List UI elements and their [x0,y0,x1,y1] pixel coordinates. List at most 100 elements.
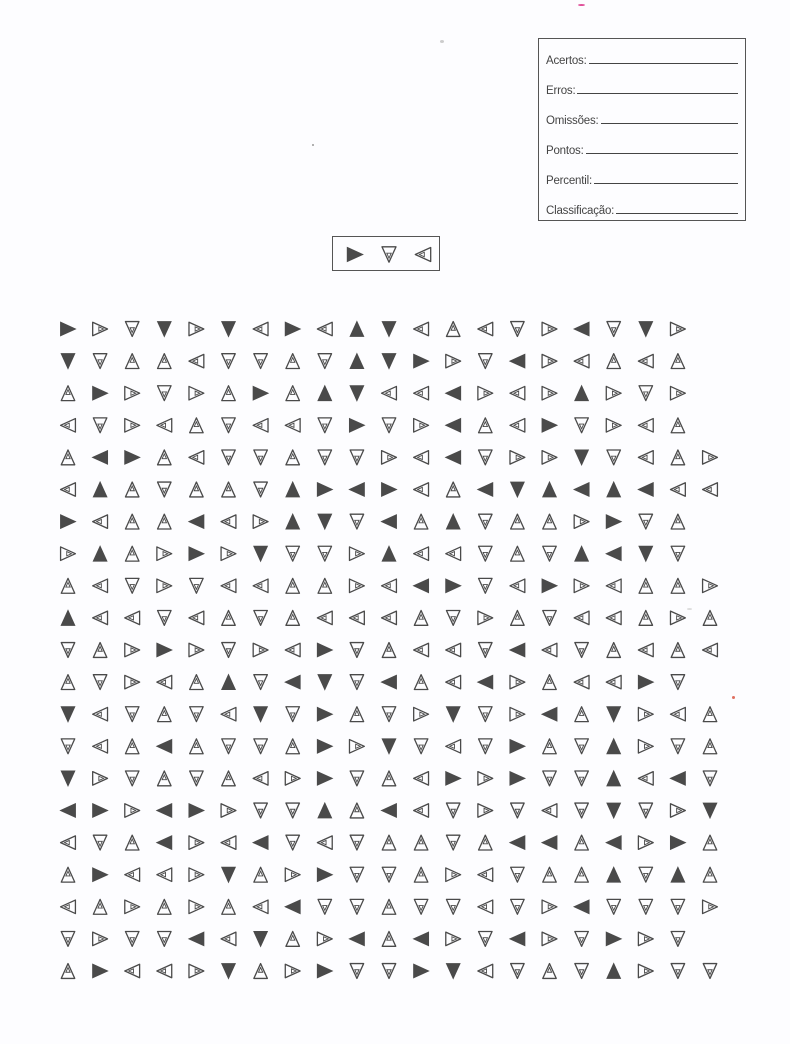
outline-up-triangle-with-dot-icon[interactable] [156,770,172,787]
outline-right-triangle-with-dot-icon[interactable] [637,931,654,947]
filled-down-triangle-icon[interactable] [317,513,333,531]
outline-down-triangle-with-dot-icon[interactable] [124,930,140,947]
outline-left-triangle-with-dot-icon[interactable] [477,899,494,915]
outline-down-triangle-with-dot-icon[interactable] [285,706,301,723]
outline-left-triangle-with-dot-icon[interactable] [156,674,173,690]
filled-left-triangle-icon[interactable] [508,642,526,658]
filled-right-triangle-icon[interactable] [316,706,334,722]
outline-left-triangle-with-dot-icon[interactable] [573,674,590,690]
filled-right-triangle-icon[interactable] [637,674,655,690]
filled-right-triangle-icon[interactable] [605,514,623,530]
outline-right-triangle-with-dot-icon[interactable] [188,642,205,658]
outline-right-triangle-with-dot-icon[interactable] [92,771,109,786]
outline-left-triangle-with-dot-icon[interactable] [124,610,141,626]
outline-down-triangle-with-dot-icon[interactable] [381,417,397,434]
outline-down-triangle-with-dot-icon[interactable] [349,866,365,883]
outline-down-triangle-with-dot-icon[interactable] [477,738,493,755]
outline-down-triangle-with-dot-icon[interactable] [445,898,461,915]
filled-left-triangle-icon[interactable] [572,321,590,337]
outline-left-triangle-with-dot-icon[interactable] [541,803,558,818]
outline-down-triangle-with-dot-icon[interactable] [156,609,172,626]
outline-down-triangle-with-dot-icon[interactable] [188,770,204,787]
outline-left-triangle-with-dot-icon[interactable] [316,610,333,626]
outline-down-triangle-with-dot-icon[interactable] [221,353,236,370]
outline-down-triangle-with-dot-icon[interactable] [221,449,236,466]
filled-left-triangle-icon[interactable] [284,899,301,915]
outline-down-triangle-with-dot-icon[interactable] [477,449,493,466]
outline-right-triangle-with-dot-icon[interactable] [124,642,141,658]
outline-down-triangle-with-dot-icon[interactable] [253,353,269,370]
outline-right-triangle-with-dot-icon[interactable] [509,706,526,722]
filled-up-triangle-icon[interactable] [606,866,622,883]
outline-down-triangle-with-dot-icon[interactable] [349,449,365,466]
outline-down-triangle-with-dot-icon[interactable] [413,898,429,915]
outline-down-triangle-with-dot-icon[interactable] [92,674,108,691]
filled-up-triangle-icon[interactable] [445,512,461,530]
filled-right-triangle-icon[interactable] [284,321,302,337]
outline-up-triangle-with-dot-icon[interactable] [381,930,397,947]
outline-left-triangle-with-dot-icon[interactable] [413,803,430,818]
outline-down-triangle-with-dot-icon[interactable] [188,577,204,594]
outline-down-triangle-with-dot-icon[interactable] [509,802,525,819]
outline-down-triangle-with-dot-icon[interactable] [349,770,365,787]
filled-left-triangle-icon[interactable] [412,578,430,594]
outline-right-triangle-with-dot-icon[interactable] [59,546,77,562]
outline-down-triangle-with-dot-icon[interactable] [574,802,589,819]
filled-right-triangle-icon[interactable] [188,546,206,562]
outline-right-triangle-with-dot-icon[interactable] [188,385,205,401]
filled-down-triangle-icon[interactable] [381,738,397,755]
outline-up-triangle-with-dot-icon[interactable] [349,802,365,819]
outline-right-triangle-with-dot-icon[interactable] [541,353,558,369]
outline-up-triangle-with-dot-icon[interactable] [60,674,76,691]
filled-right-triangle-icon[interactable] [156,642,173,658]
outline-right-triangle-with-dot-icon[interactable] [413,417,430,433]
filled-down-triangle-icon[interactable] [253,706,269,723]
filled-left-triangle-icon[interactable] [605,546,622,562]
outline-up-triangle-with-dot-icon[interactable] [285,738,301,755]
outline-left-triangle-with-dot-icon[interactable] [59,482,77,497]
outline-up-triangle-with-dot-icon[interactable] [285,385,301,402]
outline-up-triangle-with-dot-icon[interactable] [702,609,718,626]
filled-down-triangle-icon[interactable] [509,481,525,499]
outline-right-triangle-with-dot-icon[interactable] [573,514,590,529]
outline-right-triangle-with-dot-icon[interactable] [637,738,654,754]
outline-up-triangle-with-dot-icon[interactable] [606,353,622,370]
outline-left-triangle-with-dot-icon[interactable] [156,867,173,883]
outline-up-triangle-with-dot-icon[interactable] [221,770,236,787]
filled-left-triangle-icon[interactable] [348,481,365,498]
outline-right-triangle-with-dot-icon[interactable] [124,417,141,433]
outline-left-triangle-with-dot-icon[interactable] [59,417,77,433]
outline-right-triangle-with-dot-icon[interactable] [92,321,109,337]
outline-up-triangle-with-dot-icon[interactable] [188,481,204,498]
outline-down-triangle-with-dot-icon[interactable] [638,385,654,402]
outline-left-triangle-with-dot-icon[interactable] [445,674,462,690]
outline-down-triangle-with-dot-icon[interactable] [606,449,622,466]
outline-up-triangle-with-dot-icon[interactable] [92,898,108,915]
outline-up-triangle-with-dot-icon[interactable] [670,353,686,370]
outline-right-triangle-with-dot-icon[interactable] [477,610,494,626]
outline-left-triangle-with-dot-icon[interactable] [509,417,526,433]
filled-left-triangle-icon[interactable] [540,706,558,722]
outline-up-triangle-with-dot-icon[interactable] [124,834,140,851]
outline-left-triangle-with-dot-icon[interactable] [380,385,398,401]
outline-up-triangle-with-dot-icon[interactable] [509,545,525,562]
outline-up-triangle-with-dot-icon[interactable] [542,962,557,980]
outline-down-triangle-with-dot-icon[interactable] [92,417,108,434]
outline-left-triangle-with-dot-icon[interactable] [316,835,333,850]
outline-down-triangle-with-dot-icon[interactable] [317,898,333,915]
outline-down-triangle-with-dot-icon[interactable] [509,898,525,915]
outline-right-triangle-with-dot-icon[interactable] [220,803,237,818]
outline-up-triangle-with-dot-icon[interactable] [574,834,589,851]
filled-left-triangle-icon[interactable] [637,481,654,498]
filled-up-triangle-icon[interactable] [349,352,365,370]
filled-down-triangle-icon[interactable] [381,353,397,370]
outline-down-triangle-with-dot-icon[interactable] [477,706,493,723]
outline-right-triangle-with-dot-icon[interactable] [701,899,719,915]
outline-right-triangle-with-dot-icon[interactable] [316,931,333,947]
outline-down-triangle-with-dot-icon[interactable] [381,866,397,883]
filled-right-triangle-icon[interactable] [124,449,141,465]
outline-up-triangle-with-dot-icon[interactable] [413,674,429,691]
outline-up-triangle-with-dot-icon[interactable] [221,481,236,498]
outline-up-triangle-with-dot-icon[interactable] [509,609,525,626]
outline-down-triangle-with-dot-icon[interactable] [349,898,365,915]
